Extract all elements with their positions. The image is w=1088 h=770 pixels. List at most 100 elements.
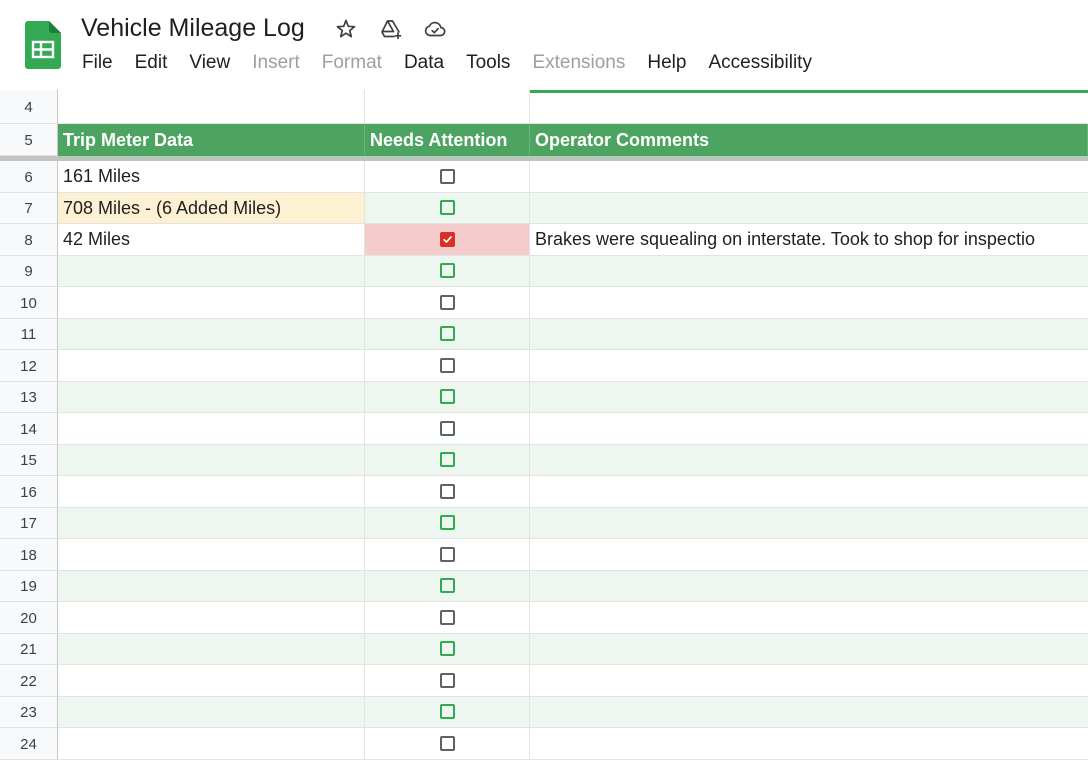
checkbox[interactable] bbox=[439, 389, 455, 405]
trip-meter-cell[interactable]: 42 Miles bbox=[58, 224, 365, 256]
checkbox[interactable] bbox=[439, 263, 455, 279]
trip-meter-cell[interactable] bbox=[58, 507, 365, 539]
needs-attention-cell[interactable] bbox=[365, 413, 530, 445]
move-to-drive-icon[interactable] bbox=[379, 17, 403, 41]
operator-comments-cell[interactable] bbox=[530, 444, 1088, 476]
trip-meter-cell[interactable] bbox=[58, 444, 365, 476]
trip-meter-cell[interactable] bbox=[58, 696, 365, 728]
operator-comments-cell[interactable] bbox=[530, 413, 1088, 445]
operator-comments-cell[interactable] bbox=[530, 476, 1088, 508]
needs-attention-cell[interactable] bbox=[365, 350, 530, 382]
row-header[interactable]: 6 bbox=[0, 161, 58, 193]
operator-comments-cell[interactable] bbox=[530, 350, 1088, 382]
menu-data[interactable]: Data bbox=[393, 50, 455, 76]
trip-meter-cell[interactable] bbox=[58, 665, 365, 697]
checkbox[interactable] bbox=[439, 546, 455, 562]
row-header[interactable]: 12 bbox=[0, 350, 58, 382]
trip-meter-cell[interactable] bbox=[58, 728, 365, 760]
row-header[interactable]: 22 bbox=[0, 665, 58, 697]
operator-comments-cell[interactable] bbox=[530, 696, 1088, 728]
needs-attention-cell[interactable] bbox=[365, 633, 530, 665]
document-title[interactable]: Vehicle Mileage Log bbox=[81, 13, 305, 43]
row-header[interactable]: 21 bbox=[0, 633, 58, 665]
trip-meter-cell[interactable] bbox=[58, 287, 365, 319]
cloud-saved-icon[interactable] bbox=[423, 17, 447, 41]
trip-meter-cell[interactable] bbox=[58, 539, 365, 571]
frozen-rows-divider[interactable] bbox=[0, 156, 1088, 161]
operator-comments-cell[interactable] bbox=[530, 287, 1088, 319]
operator-comments-cell[interactable]: Brakes were squealing on interstate. Too… bbox=[530, 224, 1088, 256]
trip-meter-cell[interactable] bbox=[58, 570, 365, 602]
needs-attention-cell[interactable] bbox=[365, 224, 530, 256]
row-header[interactable]: 20 bbox=[0, 602, 58, 634]
needs-attention-cell[interactable] bbox=[365, 444, 530, 476]
checkbox[interactable] bbox=[439, 641, 455, 657]
needs-attention-cell[interactable] bbox=[365, 507, 530, 539]
header-cell-operator-comments[interactable]: Operator Comments bbox=[530, 124, 1088, 156]
menu-help[interactable]: Help bbox=[636, 50, 697, 76]
row-header[interactable]: 14 bbox=[0, 413, 58, 445]
needs-attention-cell[interactable] bbox=[365, 539, 530, 571]
operator-comments-cell[interactable] bbox=[530, 318, 1088, 350]
row-header[interactable]: 18 bbox=[0, 539, 58, 571]
row-header[interactable]: 11 bbox=[0, 318, 58, 350]
trip-meter-cell[interactable] bbox=[58, 633, 365, 665]
needs-attention-cell[interactable] bbox=[365, 728, 530, 760]
trip-meter-cell[interactable]: 708 Miles - (6 Added Miles) bbox=[58, 192, 365, 224]
checkbox[interactable] bbox=[439, 609, 455, 625]
needs-attention-cell[interactable] bbox=[365, 665, 530, 697]
menu-file[interactable]: File bbox=[71, 50, 124, 76]
operator-comments-cell[interactable] bbox=[530, 507, 1088, 539]
checkbox[interactable] bbox=[439, 483, 455, 499]
needs-attention-cell[interactable] bbox=[365, 602, 530, 634]
checkbox[interactable] bbox=[439, 357, 455, 373]
menu-edit[interactable]: Edit bbox=[124, 50, 179, 76]
row-header[interactable]: 8 bbox=[0, 224, 58, 256]
checkbox[interactable] bbox=[439, 200, 455, 216]
checkbox[interactable] bbox=[439, 735, 455, 751]
needs-attention-cell[interactable] bbox=[365, 476, 530, 508]
needs-attention-cell[interactable] bbox=[365, 381, 530, 413]
trip-meter-cell[interactable] bbox=[58, 350, 365, 382]
operator-comments-cell[interactable] bbox=[530, 381, 1088, 413]
checkbox[interactable] bbox=[439, 294, 455, 310]
checkbox[interactable] bbox=[439, 420, 455, 436]
row-header[interactable]: 19 bbox=[0, 570, 58, 602]
menu-view[interactable]: View bbox=[178, 50, 241, 76]
row-header[interactable]: 9 bbox=[0, 255, 58, 287]
trip-meter-cell[interactable] bbox=[58, 602, 365, 634]
row-header[interactable]: 5 bbox=[0, 124, 58, 156]
checkbox[interactable] bbox=[439, 672, 455, 688]
needs-attention-cell[interactable] bbox=[365, 161, 530, 193]
operator-comments-cell[interactable] bbox=[530, 570, 1088, 602]
trip-meter-cell[interactable] bbox=[58, 381, 365, 413]
cell[interactable] bbox=[530, 90, 1088, 124]
menu-insert[interactable]: Insert bbox=[241, 50, 311, 76]
operator-comments-cell[interactable] bbox=[530, 665, 1088, 697]
operator-comments-cell[interactable] bbox=[530, 255, 1088, 287]
trip-meter-cell[interactable] bbox=[58, 413, 365, 445]
needs-attention-cell[interactable] bbox=[365, 318, 530, 350]
operator-comments-cell[interactable] bbox=[530, 539, 1088, 571]
cell[interactable] bbox=[58, 90, 365, 124]
checkbox-checked[interactable] bbox=[439, 231, 455, 247]
checkbox[interactable] bbox=[439, 326, 455, 342]
trip-meter-cell[interactable]: 161 Miles bbox=[58, 161, 365, 193]
row-header[interactable]: 7 bbox=[0, 192, 58, 224]
checkbox[interactable] bbox=[439, 168, 455, 184]
operator-comments-cell[interactable] bbox=[530, 192, 1088, 224]
row-header[interactable]: 23 bbox=[0, 696, 58, 728]
needs-attention-cell[interactable] bbox=[365, 287, 530, 319]
menu-format[interactable]: Format bbox=[311, 50, 393, 76]
trip-meter-cell[interactable] bbox=[58, 318, 365, 350]
operator-comments-cell[interactable] bbox=[530, 728, 1088, 760]
star-icon[interactable] bbox=[334, 17, 358, 41]
row-header[interactable]: 15 bbox=[0, 444, 58, 476]
operator-comments-cell[interactable] bbox=[530, 602, 1088, 634]
operator-comments-cell[interactable] bbox=[530, 633, 1088, 665]
needs-attention-cell[interactable] bbox=[365, 570, 530, 602]
checkbox[interactable] bbox=[439, 515, 455, 531]
row-header[interactable]: 24 bbox=[0, 728, 58, 760]
checkbox[interactable] bbox=[439, 704, 455, 720]
row-header[interactable]: 4 bbox=[0, 90, 58, 124]
